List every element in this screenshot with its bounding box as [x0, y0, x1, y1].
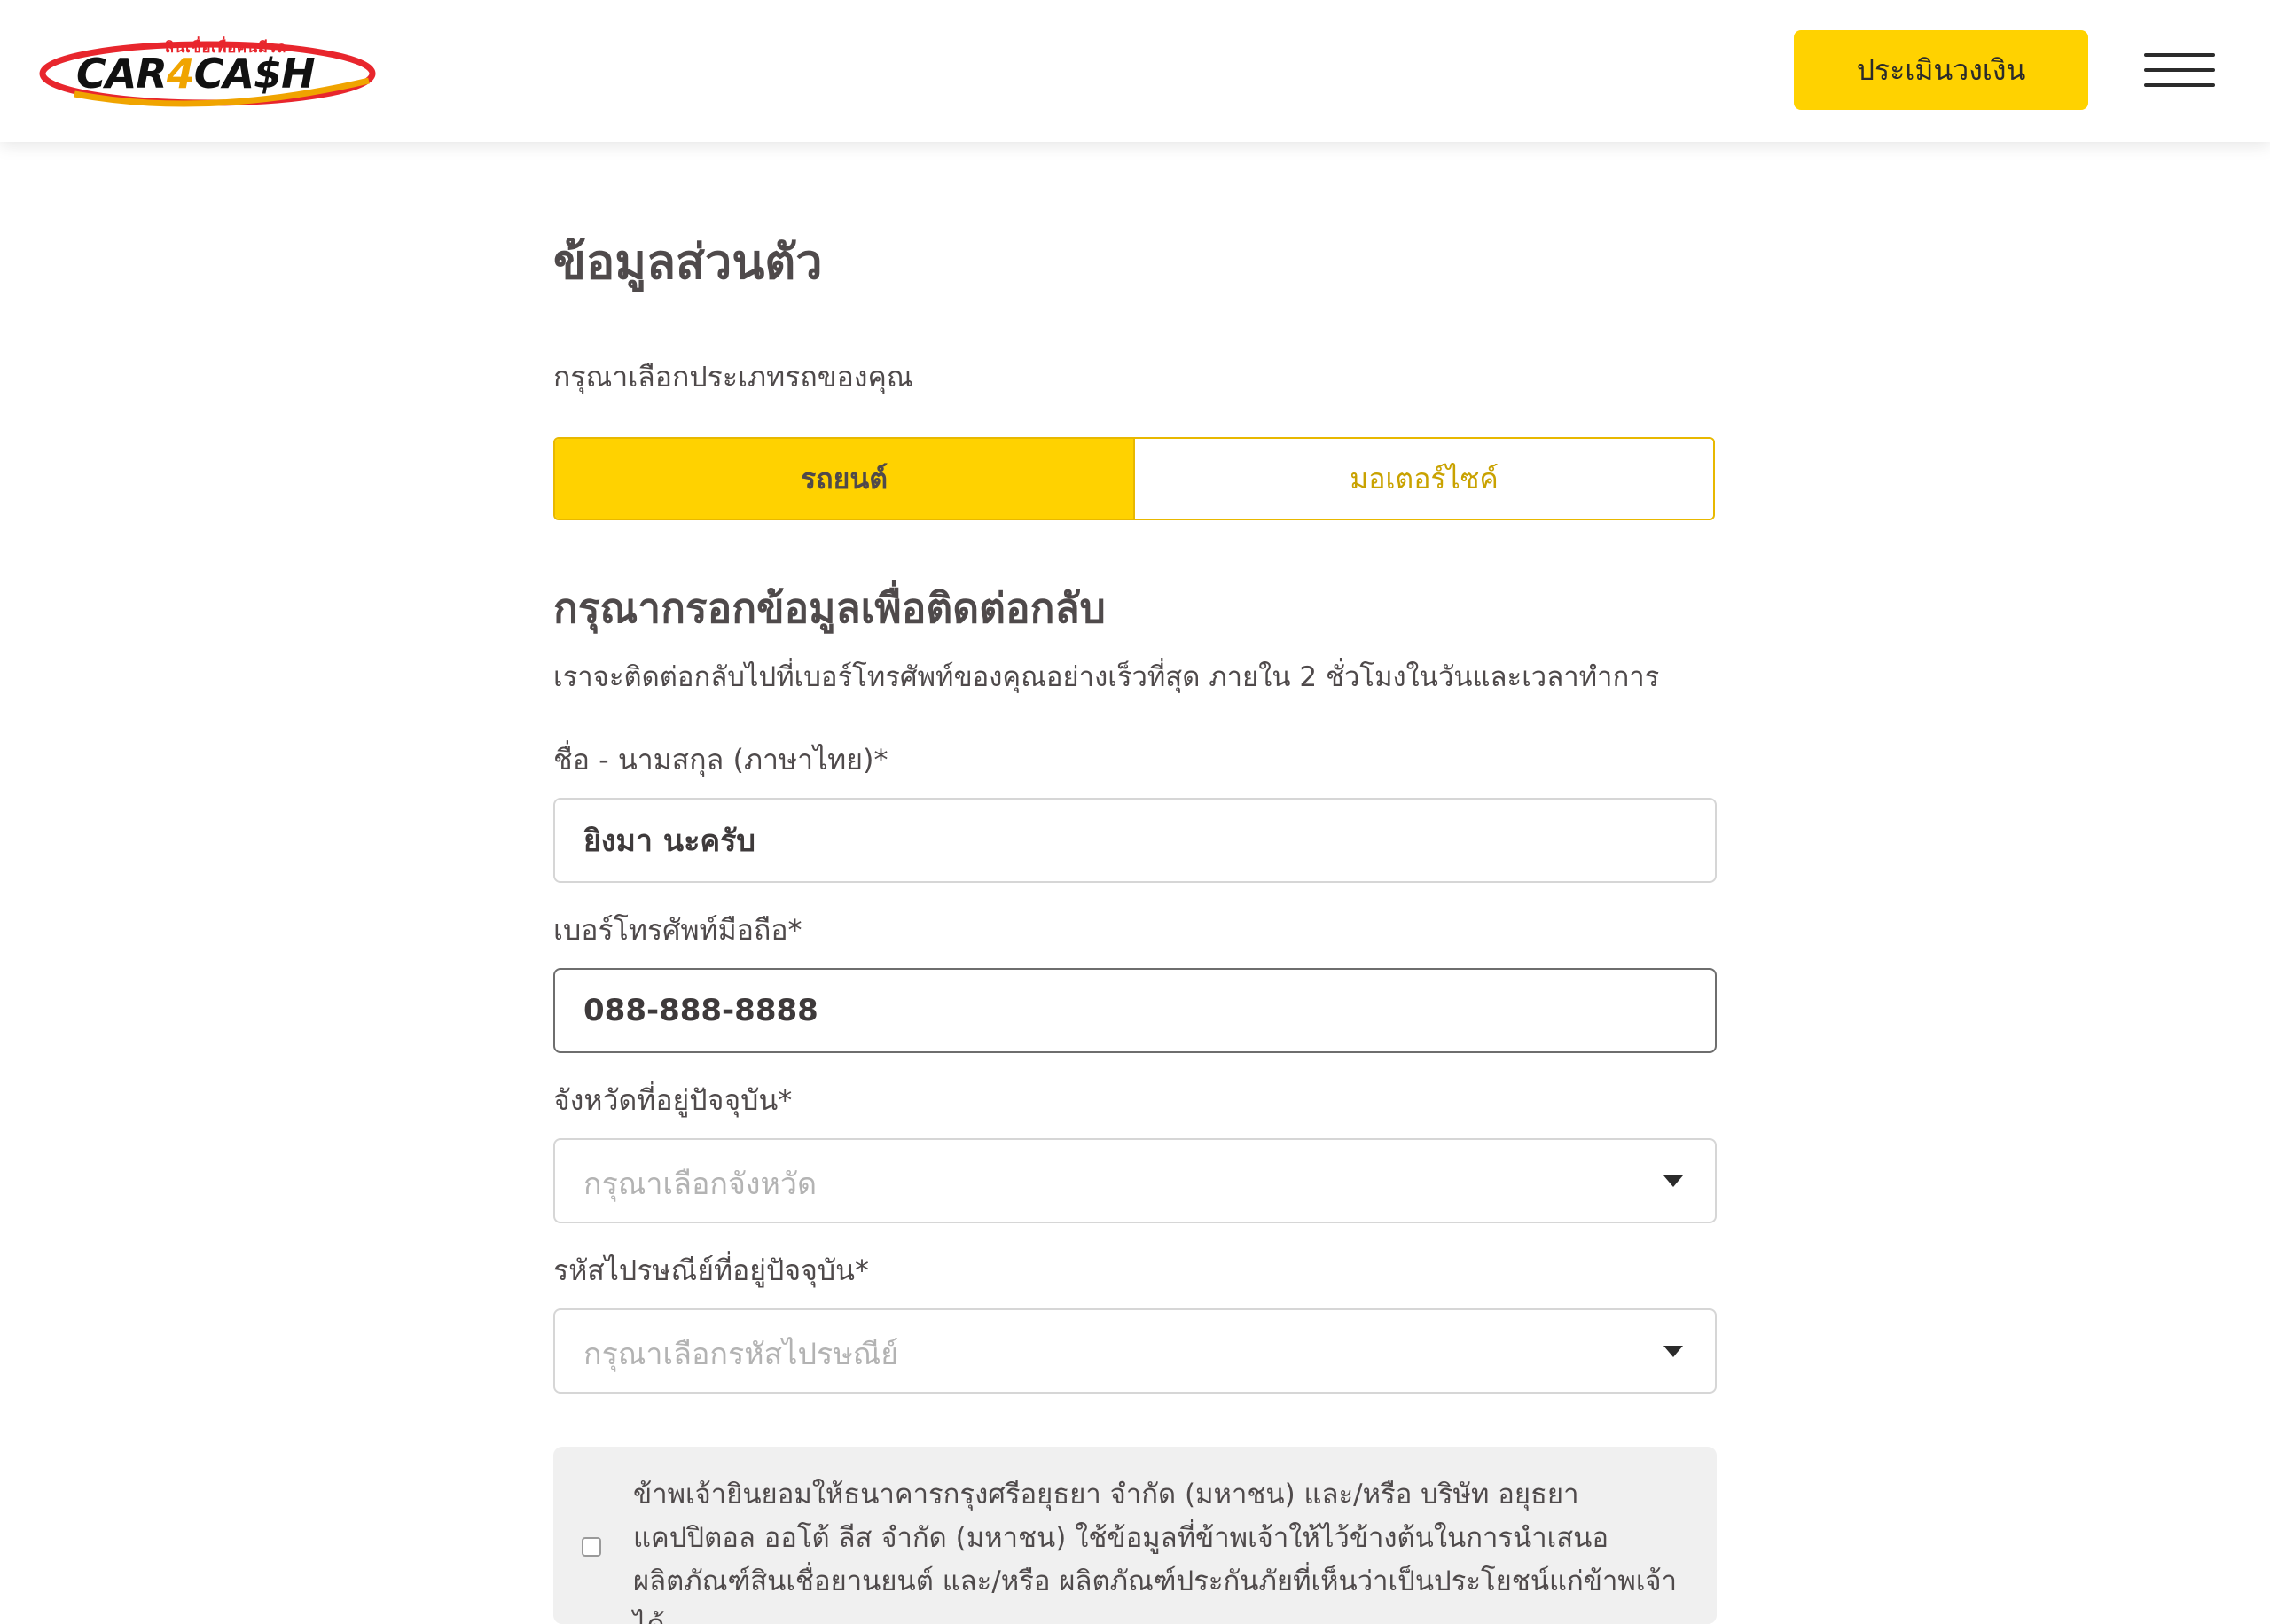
phone-label: เบอร์โทรศัพท์มือถือ* — [553, 913, 802, 947]
province-label: จังหวัดที่อยู่ปัจจุบัน* — [553, 1083, 793, 1117]
caret-down-icon — [1663, 1346, 1683, 1357]
menu-line-icon — [2144, 68, 2215, 72]
menu-line-icon — [2144, 53, 2215, 57]
postcode-label: รหัสไปรษณีย์ที่อยู่ปัจจุบัน* — [553, 1253, 869, 1287]
name-label: ชื่อ - นามสกุล (ภาษาไทย)* — [553, 743, 888, 777]
site-header: สินเชื่อเพื่อคนมีรถ CAR4CA$H ประเมินวงเง… — [0, 0, 2270, 142]
province-select[interactable]: กรุณาเลือกจังหวัด — [553, 1138, 1717, 1223]
province-select-placeholder: กรุณาเลือกจังหวัด — [583, 1167, 818, 1202]
logo-wordmark: CAR4CA$H — [76, 50, 316, 98]
car4cash-logo[interactable]: สินเชื่อเพื่อคนมีรถ CAR4CA$H — [39, 32, 376, 108]
menu-line-icon — [2144, 83, 2215, 87]
caret-down-icon — [1663, 1175, 1683, 1187]
phone-input[interactable] — [553, 968, 1717, 1053]
logo-wordmark-four: 4 — [166, 50, 195, 98]
name-input[interactable] — [553, 798, 1717, 883]
hamburger-menu-icon[interactable] — [2144, 50, 2215, 90]
page-title: ข้อมูลส่วนตัว — [553, 234, 823, 290]
vehicle-type-label: กรุณาเลือกประเภทรถของคุณ — [553, 360, 913, 394]
assess-credit-button[interactable]: ประเมินวงเงิน — [1794, 30, 2088, 110]
postcode-select[interactable]: กรุณาเลือกรหัสไปรษณีย์ — [553, 1308, 1717, 1394]
consent-text: ข้าพเจ้ายินยอมให้ธนาคารกรุงศรีอยุธยา จำก… — [633, 1479, 1677, 1624]
logo-wordmark-cash: CA$H — [193, 50, 316, 98]
vehicle-type-toggle: รถยนต์ มอเตอร์ไซค์ — [553, 437, 1715, 520]
logo-wordmark-car: CAR — [76, 50, 168, 98]
contact-section-title: กรุณากรอกข้อมูลเพื่อติดต่อกลับ — [553, 584, 1106, 632]
vehicle-type-motorcycle-button[interactable]: มอเตอร์ไซค์ — [1135, 439, 1713, 519]
consent-checkbox[interactable] — [582, 1537, 601, 1557]
contact-section-subtitle: เราจะติดต่อกลับไปที่เบอร์โทรศัพท์ของคุณอ… — [553, 661, 1660, 693]
postcode-select-placeholder: กรุณาเลือกรหัสไปรษณีย์ — [583, 1337, 899, 1372]
consent-panel: ข้าพเจ้ายินยอมให้ธนาคารกรุงศรีอยุธยา จำก… — [553, 1447, 1717, 1624]
vehicle-type-car-button[interactable]: รถยนต์ — [555, 439, 1135, 519]
